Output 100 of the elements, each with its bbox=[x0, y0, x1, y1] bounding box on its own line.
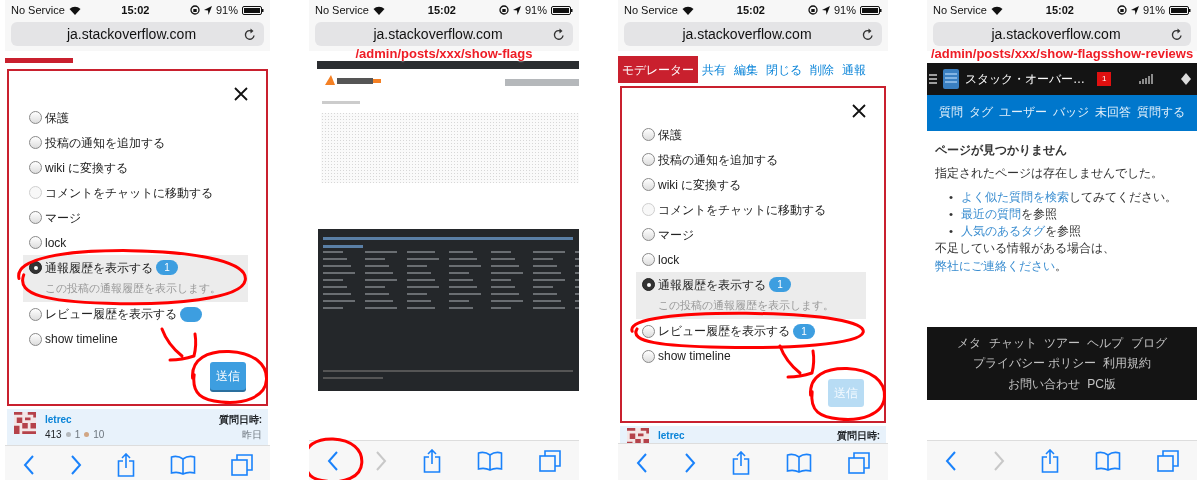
inbox-badge[interactable]: 1 bbox=[1097, 72, 1112, 86]
footer-link[interactable]: 利用規約 bbox=[1103, 356, 1152, 371]
location-icon bbox=[1130, 5, 1139, 15]
book-icon bbox=[169, 455, 196, 476]
radio-button[interactable] bbox=[642, 128, 655, 141]
user-name-link[interactable]: letrec bbox=[658, 427, 685, 443]
suggestion-link[interactable]: よく似た質問を検索 bbox=[961, 190, 1070, 203]
address-bar[interactable]: ja.stackoverflow.com bbox=[624, 22, 882, 46]
close-button[interactable] bbox=[852, 102, 866, 120]
radio-button[interactable] bbox=[642, 278, 655, 291]
footer-link[interactable]: ブログ bbox=[1130, 335, 1167, 350]
carrier-text: No Service bbox=[624, 2, 678, 18]
battery-text: 91% bbox=[833, 2, 856, 18]
nav-link[interactable]: ユーザー bbox=[999, 104, 1047, 122]
contact-link[interactable]: 弊社にご連絡ください bbox=[935, 259, 1055, 272]
address-bar[interactable]: ja.stackoverflow.com bbox=[315, 22, 573, 46]
option-label[interactable]: show timeline bbox=[45, 330, 118, 348]
option-label[interactable]: レビュー履歴を表示する bbox=[45, 305, 177, 323]
radio-button[interactable] bbox=[29, 307, 42, 321]
chevron-left-icon bbox=[22, 455, 35, 476]
close-icon bbox=[234, 87, 248, 101]
moderator-tab[interactable]: 編集 bbox=[730, 56, 762, 83]
rotation-lock-icon bbox=[1116, 5, 1127, 15]
medal-icon bbox=[65, 431, 71, 437]
address-bar[interactable]: ja.stackoverflow.com bbox=[11, 22, 264, 46]
footer-link[interactable]: ツアー bbox=[1044, 335, 1080, 350]
nav-link[interactable]: 質問する bbox=[1137, 104, 1185, 122]
address-bar[interactable]: ja.stackoverflow.com bbox=[933, 22, 1191, 46]
option-label[interactable]: マージ bbox=[45, 208, 81, 227]
footer-link[interactable]: メタ bbox=[957, 335, 982, 350]
suggestion-link[interactable]: 最近の質問 bbox=[961, 207, 1022, 220]
chevron-right-icon bbox=[993, 450, 1005, 471]
user-name-link[interactable]: letrec bbox=[45, 411, 105, 427]
wifi-icon bbox=[372, 5, 385, 15]
nav-link[interactable]: 未回答 bbox=[1095, 104, 1131, 122]
radio-button[interactable] bbox=[29, 332, 42, 346]
moderator-tab[interactable]: 閉じる bbox=[762, 56, 806, 83]
radio-button[interactable] bbox=[29, 211, 42, 224]
radio-button[interactable] bbox=[642, 153, 655, 166]
option-label[interactable]: show timeline bbox=[658, 347, 731, 365]
close-button[interactable] bbox=[234, 85, 248, 103]
footer-link[interactable]: ヘルプ bbox=[1087, 335, 1124, 350]
suggestion-link[interactable]: 人気のあるタグ bbox=[961, 225, 1046, 238]
avatar-icon bbox=[13, 411, 37, 434]
radio-button[interactable] bbox=[642, 349, 655, 363]
moderator-tab[interactable]: 共有 bbox=[698, 56, 730, 83]
badge-count: 1 bbox=[74, 427, 81, 442]
footer-link[interactable]: お問い合わせ bbox=[1008, 376, 1080, 391]
avatar-icon bbox=[626, 427, 650, 443]
bullet-text: • bbox=[949, 206, 954, 222]
count-badge: 1 bbox=[769, 277, 791, 292]
carrier-text: No Service bbox=[315, 2, 369, 18]
radio-button[interactable] bbox=[642, 253, 655, 266]
radio-button[interactable] bbox=[29, 136, 42, 149]
option-label[interactable]: 通報履歴を表示する bbox=[658, 275, 766, 294]
moderator-tab[interactable]: モデレーター bbox=[618, 56, 698, 83]
footer-link[interactable]: プライバシー ポリシー bbox=[972, 356, 1096, 371]
clock-text: 15:02 bbox=[736, 2, 765, 18]
radio-button[interactable] bbox=[642, 178, 655, 191]
close-icon bbox=[852, 104, 866, 118]
share-icon bbox=[116, 453, 135, 477]
location-icon bbox=[821, 5, 830, 15]
option-label[interactable]: lock bbox=[658, 250, 680, 269]
clock-text: 15:02 bbox=[121, 2, 150, 18]
option-label[interactable]: 投稿の通知を追加する bbox=[658, 150, 778, 169]
option-description: この投稿の通報履歴を表示します。 bbox=[657, 298, 835, 313]
footer-link[interactable]: チャット bbox=[988, 335, 1037, 350]
nav-link[interactable]: タグ bbox=[969, 104, 993, 122]
radio-button[interactable] bbox=[642, 228, 655, 241]
radio-button[interactable] bbox=[29, 236, 42, 249]
option-label[interactable]: wiki に変換する bbox=[45, 158, 129, 177]
nav-link[interactable]: バッジ bbox=[1053, 104, 1089, 122]
share-icon bbox=[1041, 448, 1059, 473]
carrier-text: No Service bbox=[933, 2, 987, 18]
option-label[interactable]: 保護 bbox=[45, 108, 69, 127]
option-label[interactable]: 通報履歴を表示する bbox=[45, 258, 153, 277]
book-icon bbox=[786, 453, 812, 474]
option-label[interactable]: レビュー履歴を表示する bbox=[658, 322, 790, 340]
option-label[interactable]: 保護 bbox=[658, 125, 682, 144]
chevron-left-icon bbox=[945, 450, 957, 471]
nav-link[interactable]: 質問 bbox=[939, 104, 963, 122]
tab-edge bbox=[5, 58, 73, 63]
reload-icon bbox=[862, 27, 874, 41]
moderator-tab[interactable]: 通報 bbox=[838, 56, 870, 83]
reload-icon bbox=[1171, 27, 1183, 41]
share-icon bbox=[423, 448, 441, 473]
option-label[interactable]: 投稿の通知を追加する bbox=[45, 133, 165, 152]
radio-button[interactable] bbox=[29, 161, 42, 174]
option-label[interactable]: wiki に変換する bbox=[658, 175, 742, 194]
option-label[interactable]: マージ bbox=[658, 225, 694, 244]
battery-icon bbox=[242, 5, 264, 15]
reputation-text: 413 bbox=[45, 427, 62, 442]
option-label[interactable]: lock bbox=[45, 233, 67, 252]
moderator-tab[interactable]: 削除 bbox=[806, 56, 838, 83]
radio-button[interactable] bbox=[29, 111, 42, 124]
count-badge: 1 bbox=[793, 323, 815, 339]
radio-button[interactable] bbox=[642, 324, 655, 338]
message-text: 指定されたページは存在しませんでした。 bbox=[935, 166, 1164, 182]
wifi-icon bbox=[68, 5, 81, 15]
footer-link[interactable]: PC版 bbox=[1087, 376, 1116, 391]
